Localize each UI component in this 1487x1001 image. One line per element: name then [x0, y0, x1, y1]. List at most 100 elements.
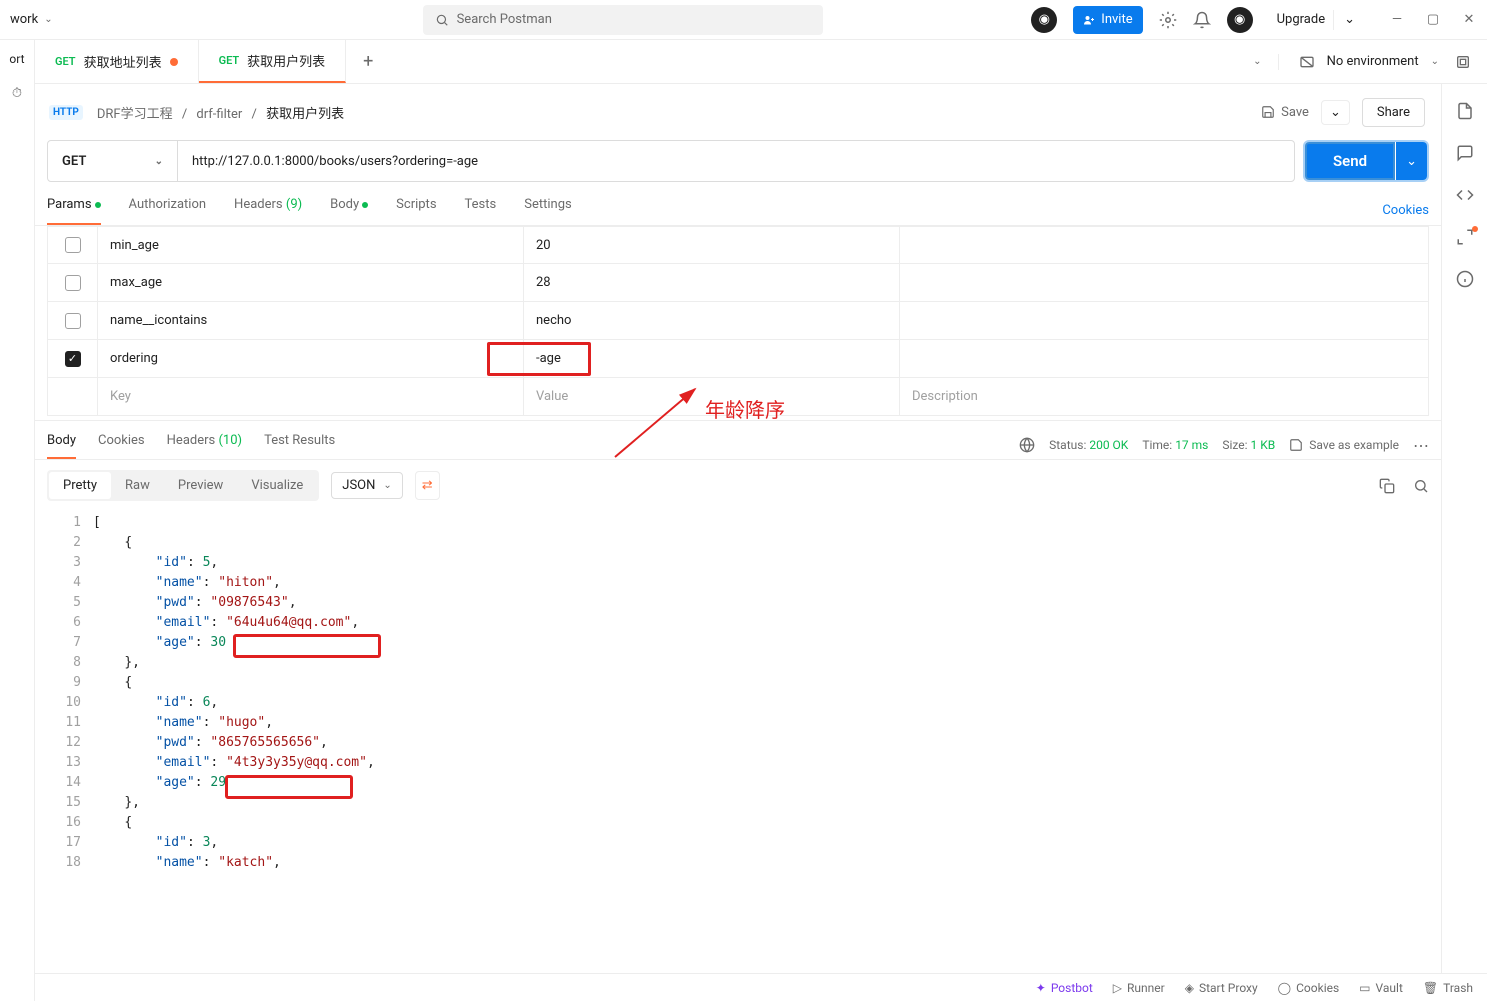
param-key-placeholder[interactable]: Key: [98, 378, 524, 415]
start-proxy-button[interactable]: ◈Start Proxy: [1185, 981, 1258, 995]
runner-button[interactable]: ▷Runner: [1113, 981, 1165, 995]
url-bar: GET ⌄ http://127.0.0.1:8000/books/users?…: [35, 140, 1441, 182]
vault-label: Vault: [1376, 981, 1403, 995]
search-input[interactable]: Search Postman: [423, 5, 823, 35]
tab-body[interactable]: Body: [330, 197, 368, 224]
view-preview[interactable]: Preview: [164, 472, 237, 499]
tab-tests[interactable]: Tests: [465, 197, 497, 224]
annotation-highlight-box: [225, 775, 353, 799]
save-button[interactable]: Save: [1261, 105, 1309, 120]
annotation-highlight-box: [487, 342, 591, 376]
bot-icon[interactable]: ◉: [1031, 7, 1057, 33]
tab-authorization[interactable]: Authorization: [129, 197, 207, 224]
param-row: name__icontains necho: [47, 302, 1429, 340]
status-label: Status:: [1049, 438, 1086, 452]
param-desc[interactable]: [900, 264, 1428, 301]
window-minimize-icon[interactable]: —: [1389, 12, 1405, 28]
import-button[interactable]: ort: [9, 52, 24, 66]
view-visualize[interactable]: Visualize: [237, 472, 317, 499]
network-icon[interactable]: [1019, 437, 1035, 453]
param-value[interactable]: 28: [524, 264, 900, 301]
save-label: Save: [1281, 105, 1309, 120]
avatar-icon[interactable]: ◉: [1227, 7, 1253, 33]
gear-icon[interactable]: [1159, 11, 1177, 29]
breadcrumb-folder[interactable]: drf-filter: [196, 107, 242, 122]
vault-button[interactable]: ▭Vault: [1359, 981, 1403, 995]
chevron-down-icon: ⌄: [155, 156, 163, 167]
line-wrap-icon[interactable]: ⇄: [415, 471, 440, 500]
chevron-down-icon: ⌄: [44, 14, 52, 25]
more-icon[interactable]: ⋯: [1413, 436, 1429, 455]
comments-icon[interactable]: [1456, 144, 1474, 162]
time-value: 17 ms: [1175, 438, 1208, 452]
param-key[interactable]: name__icontains: [98, 302, 524, 339]
view-pretty[interactable]: Pretty: [49, 472, 111, 499]
search-response-icon[interactable]: [1413, 478, 1429, 494]
tab-get-user-list[interactable]: GET 获取用户列表: [199, 40, 347, 83]
param-key[interactable]: ordering: [98, 340, 524, 377]
documentation-icon[interactable]: [1456, 102, 1474, 120]
cookies-link[interactable]: Cookies: [1382, 203, 1429, 218]
response-json[interactable]: [ { "id": 5, "name": "hiton", "pwd": "09…: [93, 511, 1429, 973]
param-value[interactable]: necho: [524, 302, 900, 339]
active-dot-icon: [362, 202, 368, 208]
active-dot-icon: [95, 202, 101, 208]
param-checkbox[interactable]: [65, 275, 81, 291]
info-icon[interactable]: [1456, 270, 1474, 288]
param-checkbox[interactable]: ✓: [65, 351, 81, 367]
send-dropdown[interactable]: ⌄: [1396, 142, 1427, 180]
expand-icon[interactable]: [1456, 228, 1474, 246]
param-desc[interactable]: [900, 227, 1428, 263]
tab-overflow-icon[interactable]: ⌄: [1253, 56, 1261, 67]
param-desc[interactable]: [900, 302, 1428, 339]
view-raw[interactable]: Raw: [111, 472, 164, 499]
param-value-placeholder[interactable]: Value: [524, 378, 900, 415]
resp-tab-body[interactable]: Body: [47, 433, 76, 458]
env-quick-look-icon[interactable]: [1455, 54, 1471, 70]
line-gutter: 123456789101112131415161718: [47, 511, 93, 973]
tab-headers[interactable]: Headers (9): [234, 197, 302, 224]
window-close-icon[interactable]: ✕: [1461, 12, 1477, 28]
resp-tab-headers[interactable]: Headers (10): [167, 433, 242, 458]
param-desc[interactable]: [900, 340, 1428, 377]
code-icon[interactable]: [1456, 186, 1474, 204]
method-select[interactable]: GET ⌄: [48, 141, 178, 181]
param-key[interactable]: max_age: [98, 264, 524, 301]
save-dropdown[interactable]: ⌄: [1321, 100, 1350, 125]
url-input[interactable]: http://127.0.0.1:8000/books/users?orderi…: [178, 141, 1294, 181]
tab-params[interactable]: Params: [47, 197, 101, 224]
invite-button[interactable]: Invite: [1073, 6, 1142, 34]
copy-icon[interactable]: [1379, 478, 1395, 494]
format-select[interactable]: JSON ⌄: [331, 472, 403, 499]
tab-get-address-list[interactable]: GET 获取地址列表: [35, 40, 199, 83]
new-tab-button[interactable]: +: [346, 40, 390, 83]
param-checkbox[interactable]: [65, 237, 81, 253]
tab-settings[interactable]: Settings: [524, 197, 571, 224]
bottom-cookies-button[interactable]: ◯Cookies: [1278, 981, 1340, 995]
param-key[interactable]: min_age: [98, 227, 524, 263]
share-button[interactable]: Share: [1362, 98, 1425, 127]
trash-button[interactable]: 🗑Trash: [1423, 981, 1473, 995]
history-icon[interactable]: ⏱: [12, 86, 22, 101]
tab-scripts[interactable]: Scripts: [396, 197, 436, 224]
breadcrumb-workspace[interactable]: DRF学习工程: [97, 107, 173, 122]
param-checkbox[interactable]: [65, 313, 81, 329]
tab-title: 获取地址列表: [84, 52, 162, 71]
param-desc-placeholder[interactable]: Description: [900, 378, 1428, 415]
save-as-example-button[interactable]: Save as example: [1289, 438, 1399, 452]
param-value[interactable]: 20: [524, 227, 900, 263]
send-button[interactable]: Send: [1305, 142, 1395, 180]
send-label: Send: [1333, 152, 1367, 170]
cookies-label: Cookies: [1296, 981, 1339, 995]
environment-selector[interactable]: No environment ⌄: [1278, 54, 1439, 70]
window-maximize-icon[interactable]: ▢: [1425, 12, 1441, 28]
workspace-dropdown[interactable]: work ⌄: [10, 12, 53, 27]
upgrade-button[interactable]: Upgrade ⌄: [1269, 10, 1363, 30]
resp-tab-test-results[interactable]: Test Results: [264, 433, 335, 458]
bell-icon[interactable]: [1193, 11, 1211, 29]
resp-tab-cookies[interactable]: Cookies: [98, 433, 145, 458]
view-mode-group: Pretty Raw Preview Visualize: [47, 470, 319, 501]
postbot-button[interactable]: ✦Postbot: [1036, 981, 1093, 995]
params-table: min_age 20 max_age 28 name__icon: [35, 226, 1441, 416]
method-label: GET: [62, 154, 86, 169]
